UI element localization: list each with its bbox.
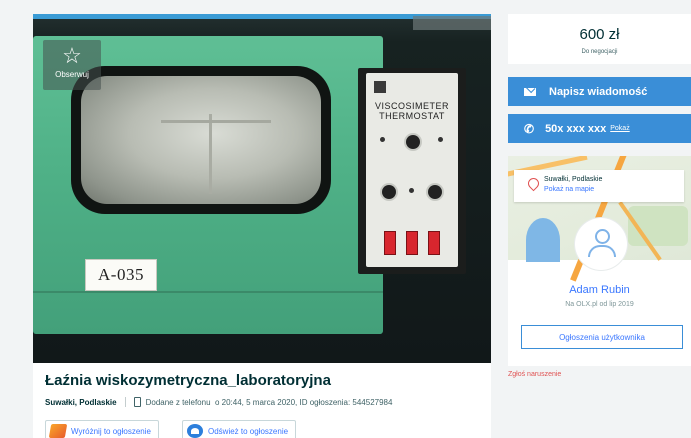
show-on-map-link[interactable]: Pokaż na mapie (544, 186, 594, 193)
refresh-icon (187, 424, 203, 438)
device-window (71, 66, 331, 214)
panel-title-line1: VISCOSIMETER (374, 101, 449, 111)
price-card: 600 zł Do negocjacji (508, 14, 691, 64)
control-panel: VISCOSIMETER THERMOSTAT (358, 68, 466, 274)
manufacturer-badge (374, 81, 386, 93)
indicator-light (409, 188, 414, 193)
listing-card: A-035 VISCOSIMETER THERMOSTAT ☆ Obserwuj… (33, 14, 491, 438)
user-ads-button[interactable]: Ogłoszenia użytkownika (521, 325, 683, 349)
phone-icon: ✆ (524, 121, 535, 136)
listing-meta: Suwałki, Podlaskie Dodane z telefonu o 2… (45, 397, 392, 407)
listing-location[interactable]: Suwałki, Podlaskie (45, 398, 117, 407)
listing-photo[interactable]: A-035 VISCOSIMETER THERMOSTAT ☆ Obserwuj (33, 14, 491, 363)
pump-switch (406, 231, 418, 255)
heat-switch (428, 231, 440, 255)
map-location: Suwałki, Podlaskie (544, 176, 603, 183)
negotiable-note: Do negocjacji (581, 49, 618, 55)
show-phone-button[interactable]: ✆ 50x xxx xxx Pokaż (508, 114, 691, 143)
coarse-knob (382, 185, 396, 199)
show-phone-link[interactable]: Pokaż (610, 125, 629, 132)
divider (124, 397, 126, 407)
light-switch (384, 231, 396, 255)
added-from: Dodane z telefonu (145, 397, 211, 407)
seller-card: Suwałki, Podlaskie Pokaż na mapie Adam R… (508, 156, 691, 366)
phone-number: 50x xxx xxx (545, 122, 607, 135)
promote-icon (48, 424, 68, 438)
fine-knob (428, 185, 442, 199)
star-icon: ☆ (62, 43, 82, 68)
map-pin-icon (525, 175, 542, 192)
envelope-icon (524, 87, 536, 96)
sensor-knob (406, 135, 420, 149)
seller-since: Na OLX.pl od lip 2019 (565, 301, 634, 308)
phone-icon (133, 397, 141, 407)
indicator-light (438, 137, 443, 142)
watch-label: Obserwuj (55, 70, 89, 79)
indicator-light (380, 137, 385, 142)
photo-background (413, 16, 491, 30)
price: 600 zł (579, 26, 620, 43)
refresh-button[interactable]: Odśwież to ogłoszenie (182, 420, 297, 438)
device-label-tag: A-035 (85, 259, 157, 291)
panel-title-line2: THERMOSTAT (379, 111, 445, 121)
send-message-button[interactable]: Napisz wiadomość (508, 77, 691, 106)
map-location-popup: Suwałki, Podlaskie Pokaż na mapie (514, 170, 684, 202)
avatar[interactable] (575, 218, 627, 270)
listing-date-id: o 20:44, 5 marca 2020, ID ogłoszenia: 54… (214, 397, 393, 407)
watch-button[interactable]: ☆ Obserwuj (43, 40, 101, 90)
listing-title: Łaźnia wiskozymetryczna_laboratoryjna (45, 372, 331, 389)
report-link[interactable]: Zgłoś naruszenie (508, 371, 561, 378)
user-icon (595, 229, 610, 244)
seller-name[interactable]: Adam Rubin (508, 284, 691, 296)
promote-button[interactable]: Wyróżnij to ogłoszenie (45, 420, 159, 438)
